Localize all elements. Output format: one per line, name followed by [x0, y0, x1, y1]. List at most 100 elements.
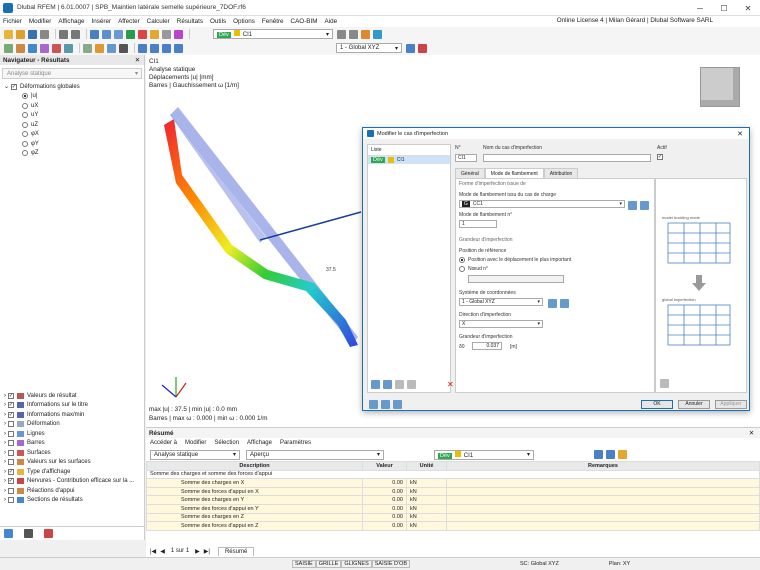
tool-2-icon[interactable] — [162, 29, 171, 39]
tree-item-surface-values[interactable]: › Valeurs sur les surfaces — [4, 458, 134, 468]
tree-item-phiy[interactable]: φY — [4, 139, 144, 149]
render-2-icon[interactable] — [418, 43, 427, 53]
tree-item-result-sections[interactable]: › Sections de résultats — [4, 496, 134, 506]
tree-item-ux[interactable]: uX — [4, 101, 144, 111]
status-snap[interactable]: SAISIE — [292, 560, 316, 568]
next-icon[interactable] — [349, 29, 358, 39]
summary-menu-edit[interactable]: Modifier — [185, 440, 206, 446]
menu-outils[interactable]: Outils — [210, 18, 226, 25]
tree-item-title-info[interactable]: ›Informations sur le titre — [4, 401, 134, 411]
list-new-icon[interactable] — [371, 380, 380, 389]
summary-menu-selection[interactable]: Sélection — [214, 440, 239, 446]
radio[interactable] — [22, 102, 28, 109]
view-iso-icon[interactable] — [174, 43, 183, 53]
summary-menu-settings[interactable]: Paramètres — [280, 440, 311, 446]
close-icon[interactable]: ✕ — [737, 130, 743, 138]
menu-cao-bim[interactable]: CAO-BIM — [291, 18, 318, 25]
magnitude-field[interactable]: 0.037 — [472, 342, 502, 350]
support-icon[interactable] — [83, 43, 92, 53]
tree-item-result-values[interactable]: ›Valeurs de résultat — [4, 391, 134, 401]
close-icon[interactable]: ✕ — [749, 430, 754, 437]
dialog-tool-1-icon[interactable] — [369, 399, 378, 409]
tree-item-members[interactable]: › Barres — [4, 439, 134, 449]
menu-options[interactable]: Options — [233, 18, 255, 25]
view-2-icon[interactable] — [102, 29, 111, 39]
excel-icon[interactable] — [618, 450, 627, 459]
radio-max-displacement[interactable]: Position avec le déplacement le plus imp… — [459, 257, 571, 263]
list-order-icon[interactable] — [407, 380, 416, 389]
menu-resultats[interactable]: Résultats — [177, 18, 203, 25]
radio[interactable] — [22, 131, 28, 138]
tree-item-deformation[interactable]: › Déformation — [4, 420, 134, 430]
save-icon[interactable] — [28, 29, 37, 39]
radio-node[interactable]: Nœud n° — [459, 266, 488, 272]
list-sort-icon[interactable] — [395, 380, 404, 389]
tab-resume[interactable]: Résumé — [217, 546, 255, 556]
summary-view-select[interactable]: Aperçu ▾ — [246, 449, 384, 460]
tree-item-phiz[interactable]: φZ — [4, 149, 144, 159]
select-icon[interactable] — [4, 43, 13, 53]
mode-edit-icon[interactable] — [628, 201, 637, 210]
view-y-icon[interactable] — [150, 43, 159, 53]
number-field[interactable]: CI1 — [455, 154, 477, 162]
table-row[interactable]: Somme des forces d'appui en X 0.00 kN — [146, 486, 760, 497]
close-icon[interactable]: ✕ — [135, 57, 140, 64]
view-z-icon[interactable] — [162, 43, 171, 53]
apply-button[interactable]: Appliquer — [715, 399, 747, 409]
table-row[interactable]: Somme des forces d'appui en Z 0.00 kN — [146, 521, 760, 531]
grid-icon[interactable] — [119, 43, 128, 53]
tool-icon[interactable] — [150, 29, 159, 39]
cancel-button[interactable]: Annuler — [678, 399, 710, 409]
menu-inserer[interactable]: Insérer — [91, 18, 111, 25]
view-icon[interactable] — [90, 29, 99, 39]
maximize-icon[interactable]: ☐ — [712, 0, 736, 16]
radio[interactable] — [22, 140, 28, 147]
status-grid[interactable]: GRILLE — [315, 560, 342, 568]
display-icon[interactable] — [107, 43, 116, 53]
radio[interactable] — [22, 93, 28, 100]
tree-item-ribs[interactable]: ›Nervures - Contribution efficace sur la… — [4, 477, 134, 487]
mode-select[interactable]: G CC1 ▾ — [459, 200, 625, 208]
render-icon[interactable] — [406, 43, 415, 53]
expand-icon[interactable]: ⌄ — [4, 83, 9, 90]
load-case-select[interactable]: Dév CI1 ▾ — [213, 29, 333, 39]
status-glines[interactable]: GLIGNES — [341, 560, 372, 568]
menu-fenetre[interactable]: Fenêtre — [262, 18, 284, 25]
coord-new-icon[interactable] — [560, 299, 569, 308]
direction-select[interactable]: X ▾ — [459, 320, 543, 328]
menu-calculer[interactable]: Calculer — [147, 18, 170, 25]
table-row[interactable]: Somme des charges en Z 0.00 kN — [146, 512, 760, 523]
solid-icon[interactable] — [64, 43, 73, 53]
tree-item-u[interactable]: |u| — [4, 92, 144, 102]
member-icon[interactable] — [40, 43, 49, 53]
tree-item-uz[interactable]: uZ — [4, 120, 144, 130]
last-page-icon[interactable]: ▶| — [204, 548, 210, 555]
radio[interactable] — [22, 150, 28, 157]
new-file-icon[interactable] — [4, 29, 13, 39]
navigator-results-icon[interactable] — [44, 529, 53, 538]
tree-item-maxmin-info[interactable]: ›Informations max/min — [4, 410, 134, 420]
list-copy-icon[interactable] — [383, 380, 392, 389]
node-icon[interactable] — [16, 43, 25, 53]
tree-item-deformations[interactable]: ⌄Déformations globales — [4, 82, 144, 92]
tree-item-display-type[interactable]: ›Type d'affichage — [4, 467, 134, 477]
close-icon[interactable]: ✕ — [736, 0, 760, 16]
view-x-icon[interactable] — [138, 43, 147, 53]
menu-affecter[interactable]: Affecter — [118, 18, 140, 25]
ok-button[interactable]: OK — [641, 399, 673, 409]
results-icon[interactable] — [138, 29, 147, 39]
tree-item-lines[interactable]: › Lignes — [4, 429, 134, 439]
minimize-icon[interactable]: ─ — [688, 0, 712, 16]
view-3-icon[interactable] — [114, 29, 123, 39]
redo-icon[interactable] — [71, 29, 80, 39]
radio[interactable] — [22, 121, 28, 128]
coord-select[interactable]: 1 - Global XYZ ▾ — [459, 298, 543, 306]
status-osnap[interactable]: SAISIE D'OB — [371, 560, 410, 568]
preview-icon[interactable] — [660, 379, 669, 388]
tree-item-phix[interactable]: φX — [4, 130, 144, 140]
menu-modifier[interactable]: Modifier — [29, 18, 51, 25]
export-icon[interactable] — [606, 450, 615, 459]
summary-menu-display[interactable]: Affichage — [247, 440, 272, 446]
dialog-tool-2-icon[interactable] — [381, 399, 390, 409]
result-type-2-icon[interactable] — [373, 29, 382, 39]
